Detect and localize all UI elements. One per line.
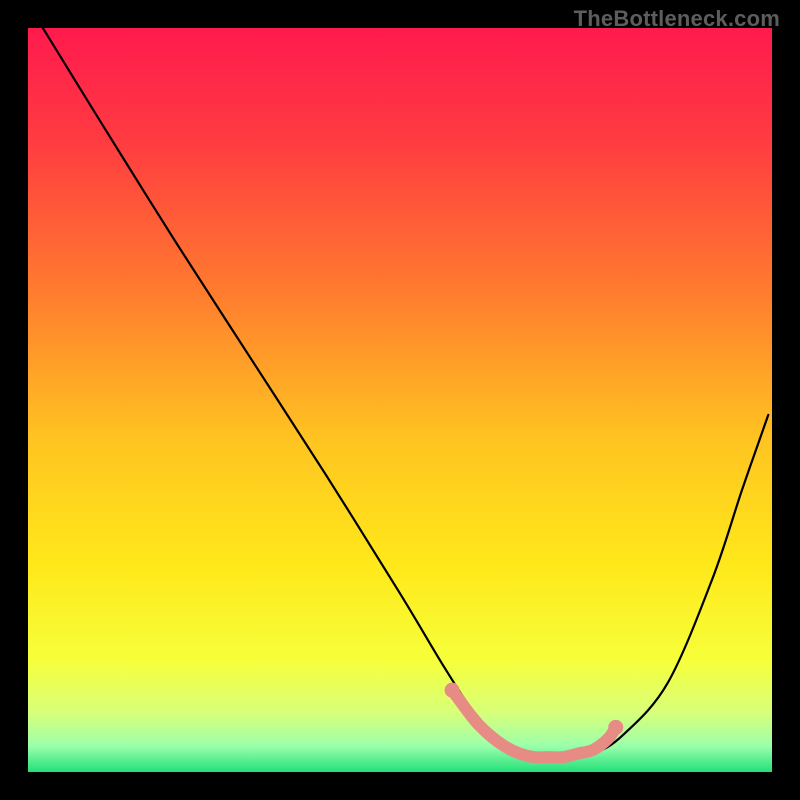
bottleneck-curve	[43, 28, 768, 758]
highlight-dot	[608, 720, 623, 735]
chart-frame: TheBottleneck.com	[0, 0, 800, 800]
plot-area	[28, 28, 772, 772]
highlight-dot	[445, 683, 460, 698]
optimal-range-highlight	[452, 690, 616, 757]
curve-layer	[28, 28, 772, 772]
